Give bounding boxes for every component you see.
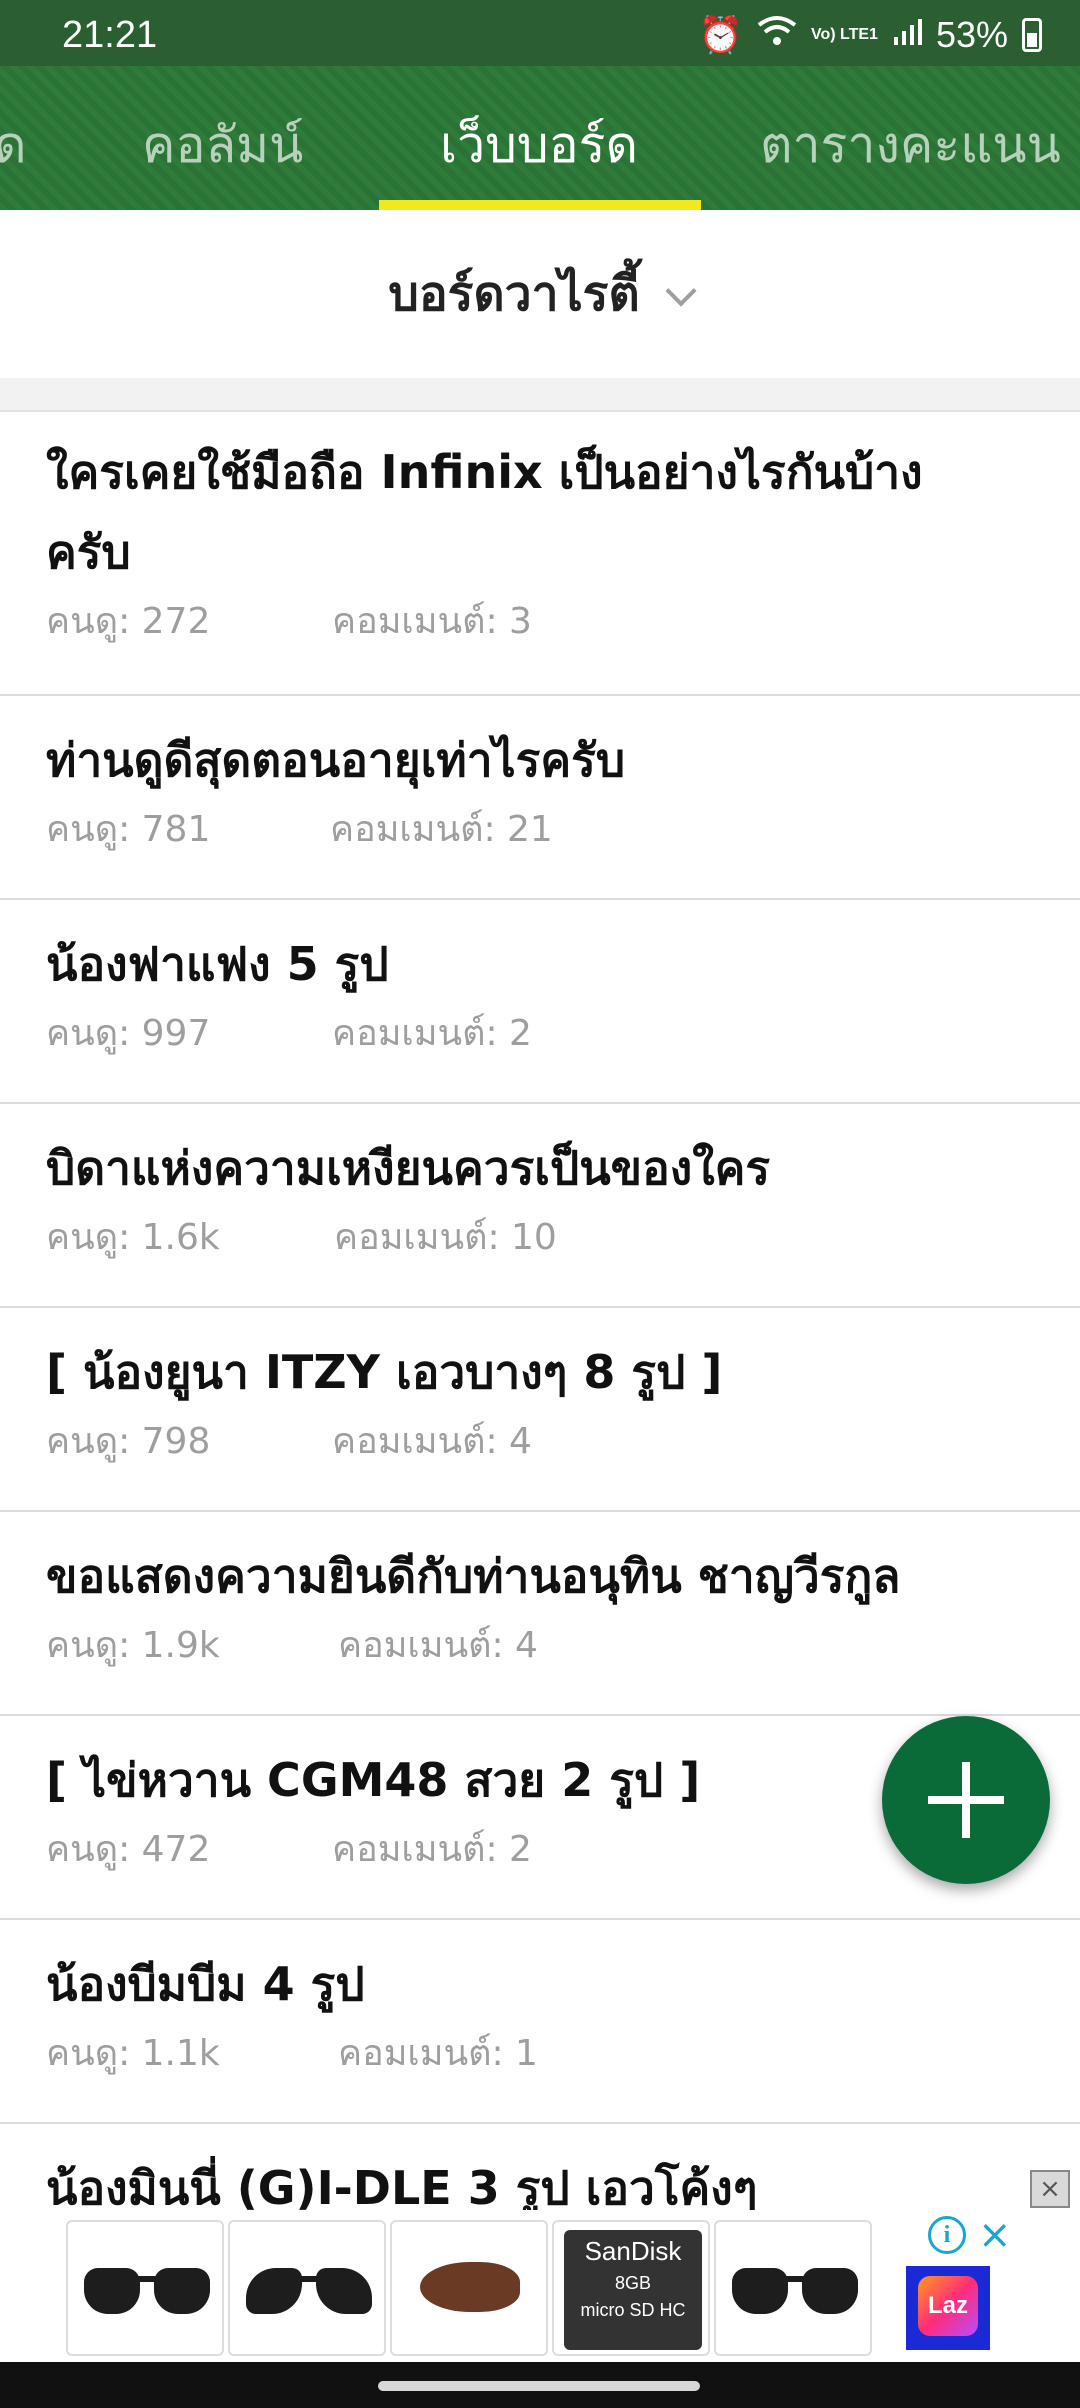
view-count: คนดู: 272	[46, 601, 211, 642]
tab-standings[interactable]: ตารางคะแนน	[760, 106, 1061, 185]
comment-count: คอมเมนต์: 1	[338, 2033, 538, 2074]
lte-indicator: Vo) LTE1	[810, 26, 878, 43]
lazada-heart-icon: Laz	[918, 2276, 978, 2336]
divider	[0, 378, 1080, 412]
tab-bar: ด คอลัมน์ เว็บบอร์ด ตารางคะแนน	[0, 66, 1080, 210]
home-gesture-handle[interactable]	[378, 2381, 700, 2391]
view-count: คนดู: 472	[46, 1829, 211, 1870]
post-title: บิดาแห่งความเหงียนควรเป็นของใคร	[46, 1141, 771, 1195]
tab-column[interactable]: คอลัมน์	[142, 106, 303, 185]
tab-previous[interactable]: ด	[0, 106, 26, 185]
post-list: ใครเคยใช้มือถือ Infinix เป็นอย่างไรกันบ้…	[0, 412, 1080, 2244]
view-count: คนดู: 798	[46, 1421, 211, 1462]
ad-info-icon[interactable]: i	[928, 2216, 966, 2254]
post-title: ใครเคยใช้มือถือ Infinix เป็นอย่างไรกันบ้…	[46, 432, 1034, 592]
post-item[interactable]: ใครเคยใช้มือถือ Infinix เป็นอย่างไรกันบ้…	[0, 412, 1080, 696]
comment-count: คอมเมนต์: 21	[330, 809, 553, 850]
ad-product-sunglasses-2[interactable]	[714, 2220, 872, 2356]
post-title: [ น้องยูนา ITZY เอวบางๆ 8 รูป ]	[46, 1345, 723, 1399]
view-count: คนดู: 1.1k	[46, 2033, 220, 2074]
signal-icon	[892, 14, 922, 56]
alarm-icon: ⏰	[698, 14, 743, 55]
post-title: ท่านดูดีสุดตอนอายุเท่าไรครับ	[46, 733, 626, 787]
ad-banner[interactable]: × SanDisk 8GB micro SD HC i × Laz	[0, 2170, 1080, 2362]
sd-card-image: SanDisk 8GB micro SD HC	[564, 2230, 702, 2350]
system-nav-bar	[0, 2362, 1080, 2408]
post-meta: คนดู: 997 คอมเมนต์: 2	[46, 1004, 1034, 1064]
sunglasses-lens	[84, 2268, 140, 2314]
post-meta: คนดู: 272 คอมเมนต์: 3	[46, 592, 1034, 652]
post-title-line: ใครเคยใช้มือถือ Infinix เป็นอย่างไรกันบ้…	[46, 445, 923, 499]
lazada-logo[interactable]: Laz	[906, 2266, 990, 2350]
sd-capacity: 8GB	[614, 2273, 652, 2293]
post-meta: คนดู: 1.9k คอมเมนต์: 4	[46, 1616, 1034, 1676]
comment-count: คอมเมนต์: 4	[332, 1421, 532, 1462]
battery-percent: 53%	[935, 14, 1008, 55]
cricket-image	[420, 2262, 520, 2312]
ad-dismiss-icon[interactable]: ×	[978, 2212, 1012, 2258]
active-tab-indicator	[379, 200, 701, 210]
sunglasses-lens	[246, 2268, 302, 2314]
ad-product-sd-card[interactable]: SanDisk 8GB micro SD HC	[552, 2220, 710, 2356]
post-item[interactable]: น้องบีมบีม 4 รูป คนดู: 1.1k คอมเมนต์: 1	[0, 1920, 1080, 2124]
post-item[interactable]: ขอแสดงความยินดีกับท่านอนุทิน ชาญวีรกูล ค…	[0, 1512, 1080, 1716]
sd-brand: SanDisk	[584, 2236, 682, 2266]
post-title: น้องบีมบีม 4 รูป	[46, 1957, 365, 2011]
post-meta: คนดู: 1.6k คอมเมนต์: 10	[46, 1208, 1034, 1268]
post-item[interactable]: บิดาแห่งความเหงียนควรเป็นของใคร คนดู: 1.…	[0, 1104, 1080, 1308]
battery-icon	[1022, 18, 1042, 52]
sunglasses-lens	[154, 2268, 210, 2314]
ad-product-sport-sunglasses[interactable]	[228, 2220, 386, 2356]
wifi-icon	[757, 14, 797, 56]
new-post-button[interactable]	[882, 1716, 1050, 1884]
clock: 21:21	[62, 14, 158, 56]
sunglasses-lens	[802, 2268, 858, 2314]
post-item[interactable]: [ น้องยูนา ITZY เอวบางๆ 8 รูป ] คนดู: 79…	[0, 1308, 1080, 1512]
ad-product-sunglasses[interactable]	[66, 2220, 224, 2356]
status-icons: ⏰ Vo) LTE1 53%	[698, 14, 1042, 56]
sunglasses-lens	[316, 2268, 372, 2314]
tab-webboard[interactable]: เว็บบอร์ด	[440, 106, 638, 185]
post-title: ขอแสดงความยินดีกับท่านอนุทิน ชาญวีรกูล	[46, 1549, 901, 1603]
post-meta: คนดู: 781 คอมเมนต์: 21	[46, 800, 1034, 860]
comment-count: คอมเมนต์: 10	[334, 1217, 557, 1258]
ad-close-button[interactable]: ×	[1030, 2170, 1070, 2208]
board-title: บอร์ดวาไรตี้	[388, 266, 640, 322]
status-bar: 21:21 ⏰ Vo) LTE1 53%	[0, 0, 1080, 66]
post-item[interactable]: ท่านดูดีสุดตอนอายุเท่าไรครับ คนดู: 781 ค…	[0, 696, 1080, 900]
view-count: คนดู: 781	[46, 809, 211, 850]
post-meta: คนดู: 798 คอมเมนต์: 4	[46, 1412, 1034, 1472]
post-title: น้องฟาแฟง 5 รูป	[46, 937, 389, 991]
view-count: คนดู: 1.9k	[46, 1625, 220, 1666]
sd-type: micro SD HC	[580, 2300, 686, 2320]
comment-count: คอมเมนต์: 4	[338, 1625, 538, 1666]
sunglasses-lens	[732, 2268, 788, 2314]
post-meta: คนดู: 1.1k คอมเมนต์: 1	[46, 2024, 1034, 2084]
comment-count: คอมเมนต์: 2	[332, 1829, 532, 1870]
chevron-down-icon	[665, 275, 697, 307]
comment-count: คอมเมนต์: 2	[332, 1013, 532, 1054]
comment-count: คอมเมนต์: 3	[332, 601, 532, 642]
board-selector[interactable]: บอร์ดวาไรตี้	[0, 210, 1080, 378]
post-title-line: ครับ	[46, 525, 131, 579]
post-item[interactable]: น้องฟาแฟง 5 รูป คนดู: 997 คอมเมนต์: 2	[0, 900, 1080, 1104]
post-meta: คนดู: 472 คอมเมนต์: 2	[46, 1820, 1034, 1880]
ad-products: SanDisk 8GB micro SD HC	[66, 2220, 872, 2356]
view-count: คนดู: 1.6k	[46, 1217, 220, 1258]
ad-product-insect[interactable]	[390, 2220, 548, 2356]
view-count: คนดู: 997	[46, 1013, 211, 1054]
